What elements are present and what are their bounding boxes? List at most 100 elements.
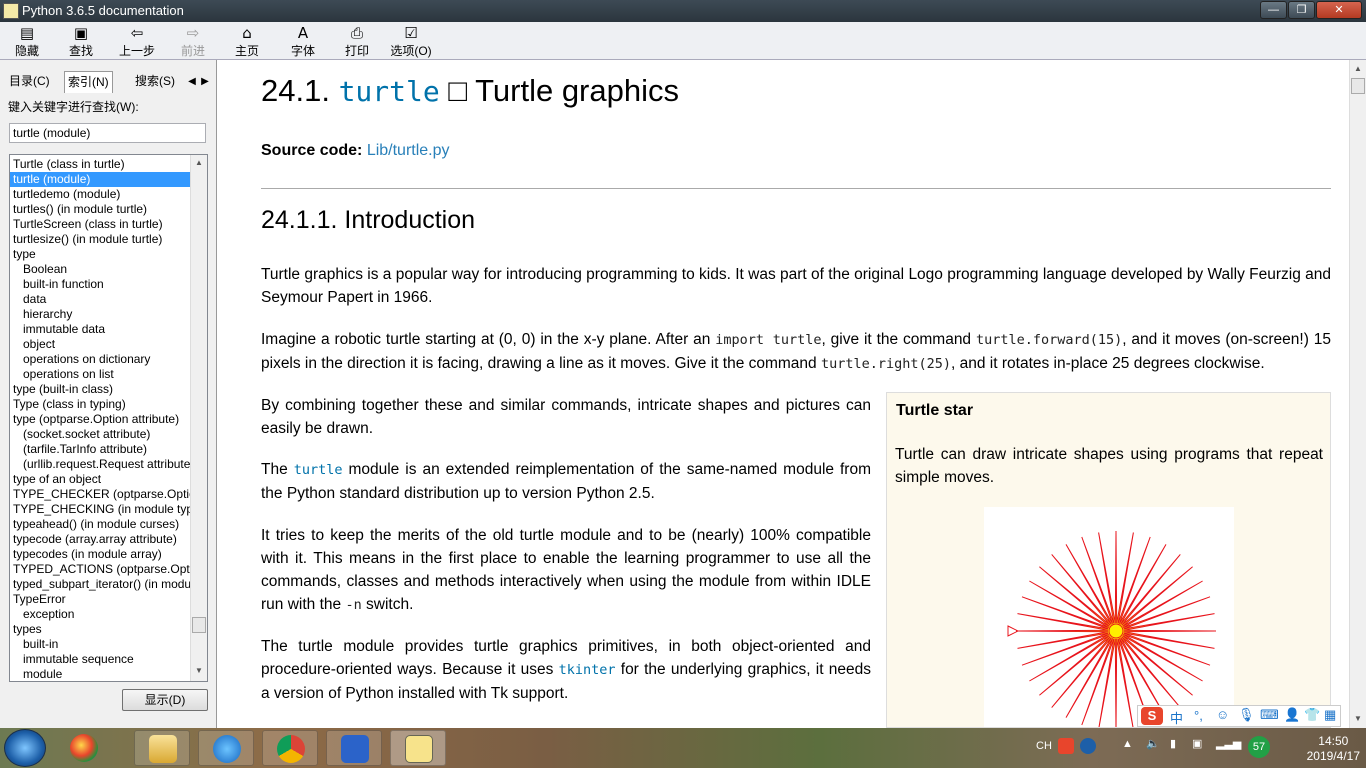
index-item[interactable]: turtlesize() (in module turtle) — [10, 232, 190, 247]
font-icon: A — [297, 24, 309, 42]
help-toolbar: ▤ 隐藏 ▣ 查找 ⇦ 上一步 ⇨ 前进 ⌂ 主页 A 字体 ⎙ 打印 ☑ 选项(O) — [0, 22, 1366, 60]
scroll-down-icon[interactable]: ▼ — [1350, 710, 1366, 727]
back-button[interactable]: ⇦ 上一步 — [116, 24, 158, 58]
print-button[interactable]: ⎙ 打印 — [340, 24, 374, 58]
index-item[interactable]: exception — [10, 607, 190, 622]
ime-mode-label[interactable]: 中 — [1170, 708, 1183, 727]
taskbar-app-chrome[interactable] — [262, 730, 318, 766]
toolbox-icon[interactable]: ▦ — [1324, 707, 1336, 723]
index-item[interactable]: typeahead() (in module curses) — [10, 517, 190, 532]
index-item[interactable]: (urllib.request.Request attribute) — [10, 457, 190, 472]
index-item[interactable]: (tarfile.TarInfo attribute) — [10, 442, 190, 457]
keyword-input[interactable]: turtle (module) — [9, 123, 206, 143]
index-item[interactable]: TurtleScreen (class in turtle) — [10, 217, 190, 232]
show-hidden-icons-icon[interactable]: ▲ — [1122, 738, 1133, 750]
sogou-logo-icon[interactable]: S — [1141, 707, 1163, 725]
index-item[interactable]: Turtle (class in turtle) — [10, 157, 190, 172]
tkinter-link[interactable]: tkinter — [559, 662, 616, 678]
index-item[interactable]: type (optparse.Option attribute) — [10, 412, 190, 427]
microphone-icon[interactable]: 🎙 — [1238, 707, 1255, 723]
show-button[interactable]: 显示(D) — [122, 689, 208, 711]
index-item[interactable]: turtledemo (module) — [10, 187, 190, 202]
turtle-module-link[interactable]: turtle — [339, 75, 440, 108]
font-button[interactable]: A 字体 — [286, 24, 320, 58]
scroll-up-icon[interactable]: ▲ — [1350, 60, 1366, 77]
help-tray-icon[interactable] — [1080, 738, 1096, 754]
scroll-up-icon[interactable]: ▲ — [191, 155, 207, 171]
index-item[interactable]: module — [10, 667, 190, 681]
volume-icon[interactable]: 🔈 — [1146, 737, 1160, 750]
index-item[interactable]: operations on dictionary — [10, 352, 190, 367]
forward-button[interactable]: ⇨ 前进 — [176, 24, 210, 58]
scroll-down-icon[interactable]: ▼ — [191, 663, 207, 679]
punctuation-icon[interactable]: °, — [1194, 708, 1203, 723]
clock[interactable]: 14:50 2019/4/17 — [1307, 734, 1360, 764]
skin-icon[interactable]: 👕 — [1304, 707, 1320, 723]
index-item[interactable]: immutable data — [10, 322, 190, 337]
index-item[interactable]: typed_subpart_iterator() (in module emai… — [10, 577, 190, 592]
index-item[interactable]: type (built-in class) — [10, 382, 190, 397]
turtle-inline-link[interactable]: turtle — [294, 462, 343, 478]
tab-index[interactable]: 索引(N) — [64, 71, 113, 93]
home-button[interactable]: ⌂ 主页 — [230, 24, 264, 58]
index-item[interactable]: TypeError — [10, 592, 190, 607]
index-item[interactable]: type — [10, 247, 190, 262]
index-item[interactable]: operations on list — [10, 367, 190, 382]
document-scrollbar[interactable]: ▲ ▼ — [1349, 60, 1366, 728]
tab-scroll-right-icon[interactable]: ▶ — [200, 74, 210, 90]
taskbar-app-browser[interactable] — [198, 730, 254, 766]
index-list[interactable]: Turtle (class in turtle) turtle (module) t… — [9, 154, 208, 682]
minimize-button[interactable]: — — [1260, 1, 1287, 19]
keyword-label: 键入关键字进行查找(W): — [8, 100, 139, 114]
index-item[interactable]: Type (class in typing) — [10, 397, 190, 412]
index-item[interactable]: typecode (array.array attribute) — [10, 532, 190, 547]
taskbar-app-wps[interactable] — [326, 730, 382, 766]
tab-contents[interactable]: 目录(C) — [6, 71, 53, 93]
index-item[interactable]: (socket.socket attribute) — [10, 427, 190, 442]
language-indicator[interactable]: CH — [1036, 740, 1052, 752]
index-item[interactable]: types — [10, 622, 190, 637]
index-item[interactable]: TYPED_ACTIONS (optparse.Option attribute… — [10, 562, 190, 577]
index-item[interactable]: turtles() (in module turtle) — [10, 202, 190, 217]
maximize-button[interactable]: ❐ — [1288, 1, 1315, 19]
index-item[interactable]: data — [10, 292, 190, 307]
divider — [261, 188, 1331, 189]
index-item[interactable]: type of an object — [10, 472, 190, 487]
signal-icon[interactable]: ▂▃▅ — [1216, 737, 1241, 750]
start-button[interactable] — [4, 729, 46, 767]
close-button[interactable]: ✕ — [1316, 1, 1362, 19]
index-item[interactable]: built-in function — [10, 277, 190, 292]
index-item[interactable]: TYPE_CHECKING (in module typing) — [10, 502, 190, 517]
navigation-pane: 目录(C) 索引(N) 搜索(S) ◀ ▶ 键入关键字进行查找(W): turt… — [0, 60, 217, 728]
index-item[interactable]: typecodes (in module array) — [10, 547, 190, 562]
index-item[interactable]: Boolean — [10, 262, 190, 277]
index-item[interactable]: hierarchy — [10, 307, 190, 322]
keyboard-icon[interactable]: ⌨ — [1260, 707, 1279, 723]
taskbar-app-help[interactable] — [390, 730, 446, 766]
emoji-icon[interactable]: ☺ — [1216, 707, 1229, 722]
index-item[interactable]: immutable sequence — [10, 652, 190, 667]
index-scroll-thumb[interactable] — [192, 617, 206, 633]
home-icon: ⌂ — [242, 24, 252, 42]
security-badge[interactable]: 57 — [1248, 736, 1270, 758]
index-item[interactable]: TYPE_CHECKER (optparse.Option attribute) — [10, 487, 190, 502]
index-item[interactable]: built-in — [10, 637, 190, 652]
sogou-tray-icon[interactable] — [1058, 738, 1074, 754]
ime-toolbar[interactable]: S 中 °, ☺ 🎙 ⌨ 👤 👕 ▦ — [1137, 705, 1341, 727]
index-item[interactable]: object — [10, 337, 190, 352]
source-link[interactable]: Lib/turtle.py — [367, 142, 450, 159]
find-button[interactable]: ▣ 查找 — [64, 24, 98, 58]
user-icon[interactable]: 👤 — [1284, 707, 1300, 723]
network-icon[interactable]: ▣ — [1192, 737, 1202, 750]
hide-pane-icon: ▤ — [19, 24, 35, 42]
tab-scroll-left-icon[interactable]: ◀ — [187, 74, 197, 90]
index-scrollbar[interactable]: ▲ ▼ — [190, 155, 207, 681]
tab-search[interactable]: 搜索(S) — [132, 71, 178, 93]
index-item[interactable]: turtle (module) — [10, 172, 190, 187]
usb-icon[interactable]: ▮ — [1170, 737, 1176, 750]
document-scroll-thumb[interactable] — [1351, 78, 1365, 94]
options-button[interactable]: ☑ 选项(O) — [388, 24, 434, 58]
taskbar-app-games[interactable] — [56, 730, 112, 766]
taskbar-app-explorer[interactable] — [134, 730, 190, 766]
hide-button[interactable]: ▤ 隐藏 — [10, 24, 44, 58]
